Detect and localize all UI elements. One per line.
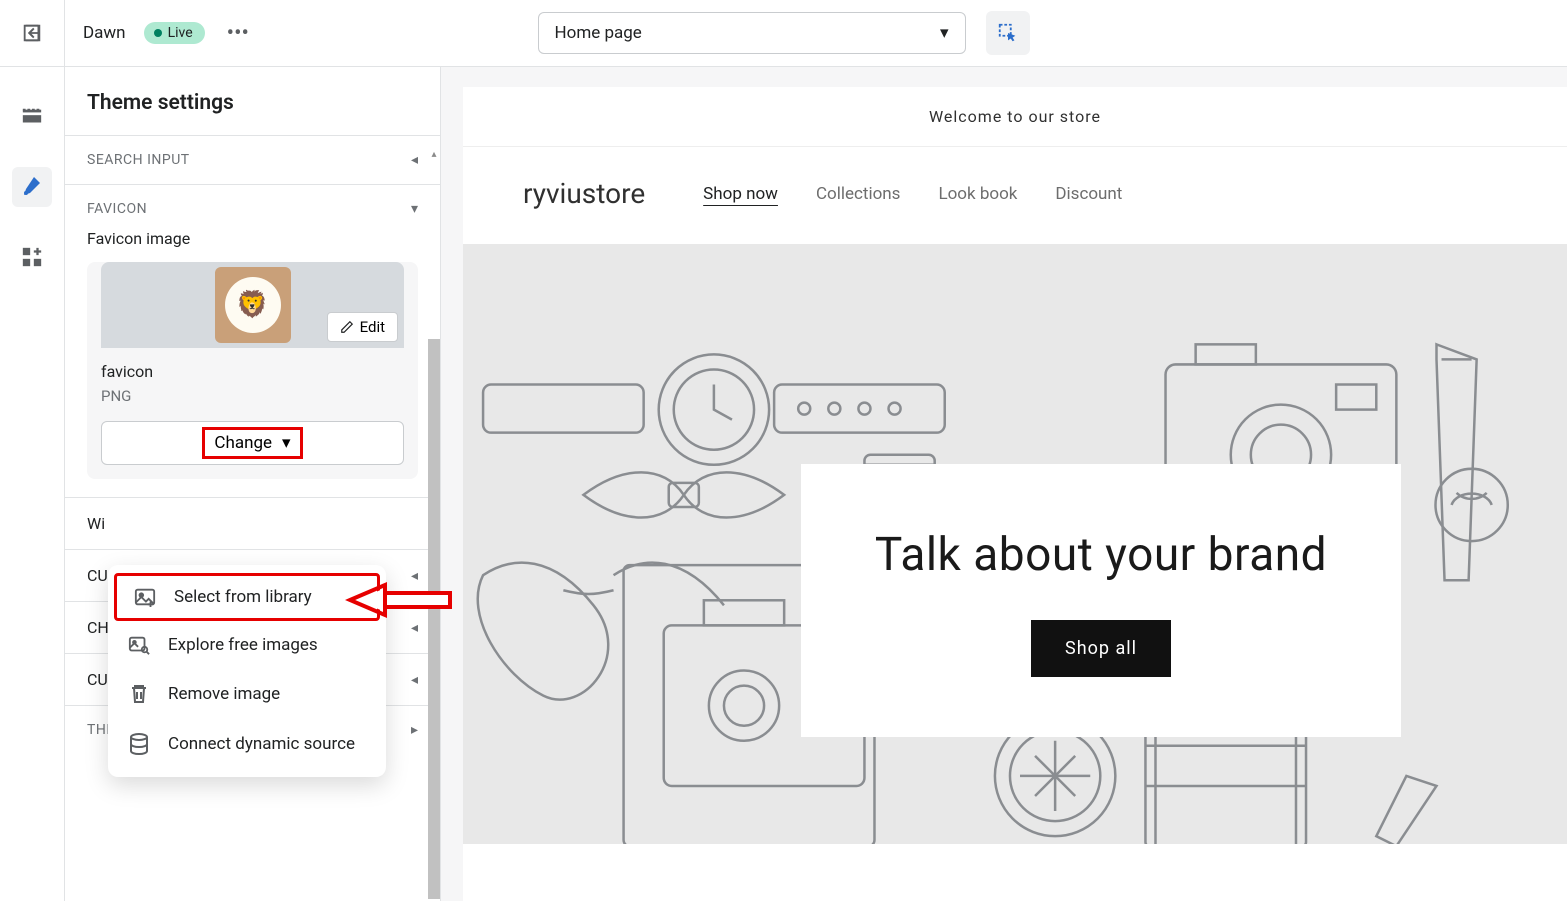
change-label: Change [214, 433, 272, 453]
announcement-bar: Welcome to our store [463, 87, 1567, 147]
chevron-left-icon: ◂ [411, 620, 418, 636]
theme-name: Dawn [65, 23, 144, 43]
live-badge: Live [144, 22, 205, 44]
image-add-icon [132, 587, 158, 607]
favicon-image-label: Favicon image [87, 229, 418, 248]
section-favicon: FAVICON ▾ Favicon image 🦁 Edit favicon P… [65, 184, 440, 497]
scroll-up-icon[interactable]: ▴ [428, 149, 440, 161]
hero-title: Talk about your brand [841, 528, 1361, 582]
nav-collections[interactable]: Collections [816, 184, 901, 204]
live-label: Live [168, 25, 193, 41]
page-select-dropdown[interactable]: Home page ▾ [538, 12, 966, 54]
site-header: ryviustore Shop now Collections Look boo… [463, 147, 1567, 244]
explore-free-images-item[interactable]: Explore free images [108, 621, 386, 669]
lion-icon: 🦁 [225, 277, 281, 333]
panel-title: Theme settings [65, 67, 440, 135]
left-rail [0, 67, 65, 901]
chevron-right-icon: ▸ [411, 722, 418, 738]
topbar: Dawn Live ••• Home page ▾ [0, 0, 1567, 67]
edit-label: Edit [360, 318, 385, 336]
edit-button[interactable]: Edit [327, 312, 398, 342]
trash-icon [126, 683, 152, 705]
pencil-icon [340, 320, 354, 334]
favicon-type: PNG [87, 387, 418, 405]
nav-shop-now[interactable]: Shop now [703, 184, 778, 204]
chevron-down-icon: ▾ [940, 23, 949, 43]
dd-label: Select from library [174, 587, 312, 607]
chevron-down-icon: ▾ [411, 201, 418, 217]
favicon-card: 🦁 Edit favicon PNG Change ▾ [87, 262, 418, 479]
nav-discount[interactable]: Discount [1055, 184, 1122, 204]
favicon-header[interactable]: FAVICON ▾ [87, 185, 418, 229]
hero-section: Talk about your brand Shop all [463, 244, 1567, 844]
apps-button[interactable] [12, 237, 52, 277]
section-search-input[interactable]: SEARCH INPUT ◂ [65, 135, 440, 184]
dd-label: Connect dynamic source [168, 734, 355, 754]
section-label: CH [87, 618, 109, 637]
section-partial-wi[interactable]: Wi [65, 497, 440, 549]
site-logo[interactable]: ryviustore [523, 177, 645, 210]
sections-button[interactable] [12, 97, 52, 137]
more-menu-button[interactable]: ••• [227, 21, 249, 46]
theme-settings-button[interactable] [12, 167, 52, 207]
section-label: SEARCH INPUT [87, 152, 190, 168]
image-search-icon [126, 635, 152, 655]
section-label: CU [87, 670, 108, 689]
section-label: CU [87, 566, 108, 585]
chevron-left-icon: ◂ [411, 672, 418, 688]
section-label: FAVICON [87, 201, 147, 217]
dd-label: Remove image [168, 684, 280, 704]
section-label: Wi [87, 514, 105, 533]
favicon-name: favicon [87, 348, 418, 387]
preview-area: Welcome to our store ryviustore Shop now… [441, 67, 1567, 901]
inspector-button[interactable] [986, 11, 1030, 55]
select-from-library-item[interactable]: Select from library [114, 573, 380, 621]
dd-label: Explore free images [168, 635, 318, 655]
exit-button[interactable] [0, 0, 65, 66]
annotation-arrow-icon [345, 580, 455, 620]
database-icon [126, 733, 152, 755]
hero-card: Talk about your brand Shop all [801, 464, 1401, 737]
chevron-down-icon: ▾ [282, 433, 291, 453]
page-select-label: Home page [555, 23, 642, 43]
favicon-preview: 🦁 Edit [101, 262, 404, 348]
favicon-thumbnail: 🦁 [215, 267, 291, 343]
change-button[interactable]: Change ▾ [101, 421, 404, 465]
chevron-left-icon: ◂ [411, 152, 418, 168]
nav-look-book[interactable]: Look book [938, 184, 1017, 204]
connect-dynamic-source-item[interactable]: Connect dynamic source [108, 719, 386, 769]
live-dot-icon [154, 29, 162, 37]
remove-image-item[interactable]: Remove image [108, 669, 386, 719]
site-preview: Welcome to our store ryviustore Shop now… [463, 87, 1567, 901]
shop-all-button[interactable]: Shop all [1031, 620, 1171, 677]
